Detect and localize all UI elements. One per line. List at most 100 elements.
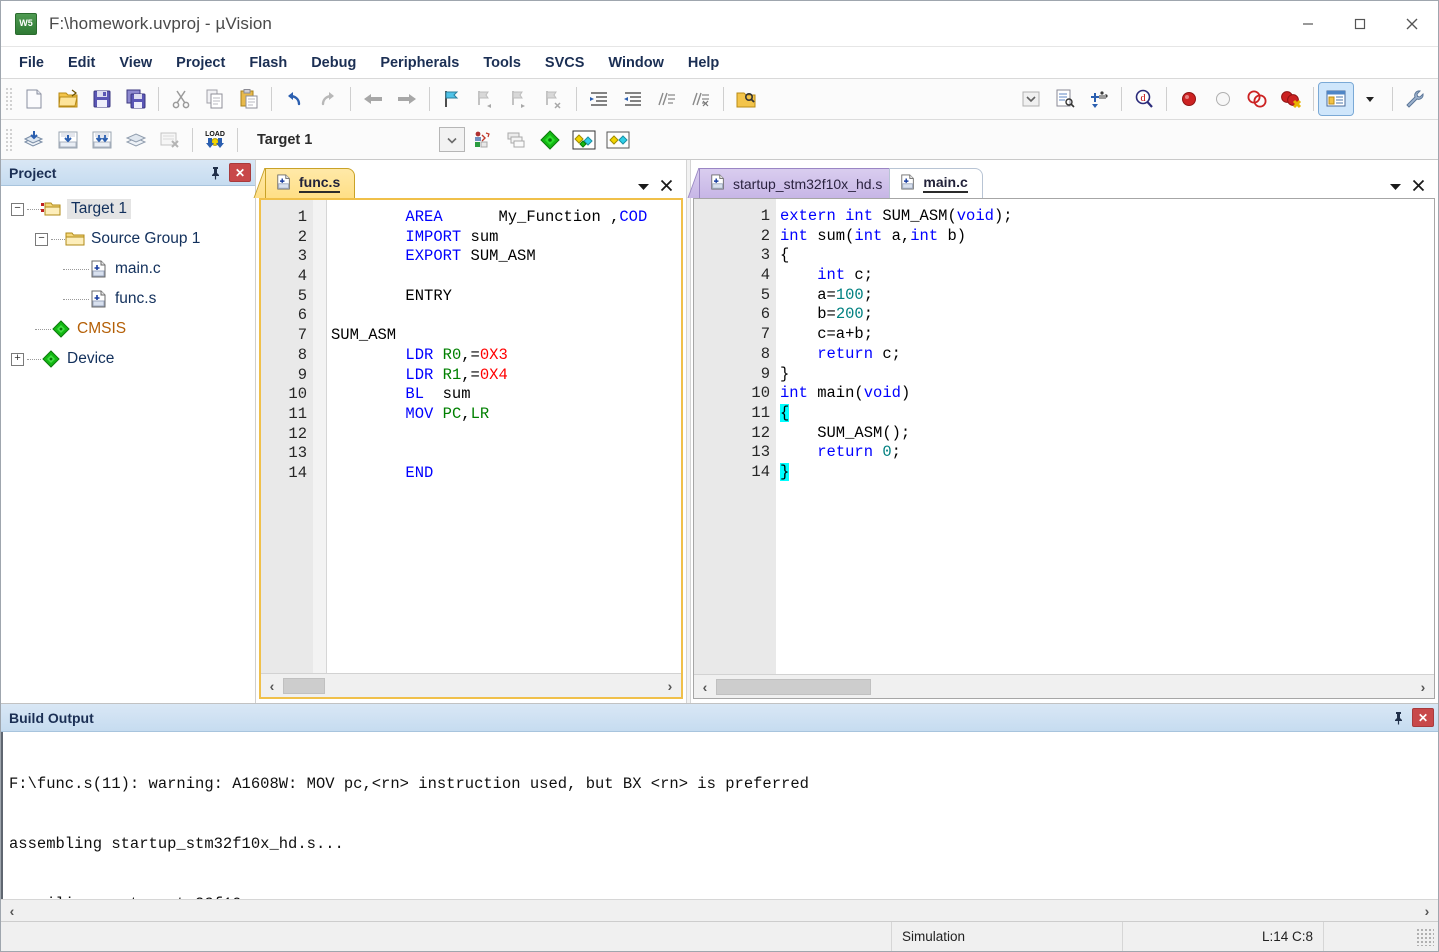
build-target-icon[interactable] [51, 124, 85, 156]
batch-build-icon[interactable] [119, 124, 153, 156]
pack-installer-icon[interactable] [567, 124, 601, 156]
hscroll-track[interactable] [283, 677, 659, 694]
bookmark-clear-icon[interactable] [537, 83, 571, 115]
configure-dropdown-icon[interactable] [1014, 83, 1048, 115]
chevron-down-icon[interactable] [637, 180, 650, 194]
scroll-left-icon[interactable]: ‹ [1, 903, 23, 919]
expander-collapse-icon[interactable]: − [35, 232, 48, 246]
source-browse-icon[interactable] [1048, 83, 1082, 115]
new-file-icon[interactable] [17, 83, 51, 115]
manage-windows-icon[interactable] [1318, 82, 1354, 116]
copy-icon[interactable] [198, 83, 232, 115]
tree-item-func-s[interactable]: func.s [7, 284, 251, 314]
pin-icon[interactable] [1388, 708, 1408, 728]
hscroll-track[interactable] [23, 903, 1416, 919]
tree-item-main-c[interactable]: main.c [7, 254, 251, 284]
redo-icon[interactable] [311, 83, 345, 115]
toolbar-grip[interactable] [5, 87, 13, 111]
menu-flash[interactable]: Flash [237, 52, 299, 74]
close-icon[interactable] [1412, 179, 1425, 194]
menu-debug[interactable]: Debug [299, 52, 368, 74]
editor-right-body[interactable]: 1 2 3 4 5 6 7 8 9 10 11 12 13 14 extern … [694, 199, 1434, 674]
target-options-icon[interactable] [465, 124, 499, 156]
save-all-icon[interactable] [119, 83, 153, 115]
translate-file-icon[interactable] [17, 124, 51, 156]
navigate-forward-icon[interactable] [390, 83, 424, 115]
uncomment-icon[interactable] [684, 83, 718, 115]
find-icon[interactable]: d [1127, 83, 1161, 115]
disable-breakpoint-icon[interactable] [1206, 83, 1240, 115]
editor-left-body[interactable]: 1 2 3 4 5 6 7 8 9 10 11 12 13 14 AREA My… [261, 200, 681, 673]
manage-windows-dropdown-icon[interactable] [1353, 83, 1387, 115]
hscroll-thumb[interactable] [283, 677, 325, 694]
disable-all-breakpoints-icon[interactable] [1240, 83, 1274, 115]
tab-startup-stm32f10x-hd-s[interactable]: startup_stm32f10x_hd.s [699, 168, 898, 198]
pin-icon[interactable] [205, 163, 225, 183]
configure-target-icon[interactable] [1398, 83, 1432, 115]
tree-item-device[interactable]: + Device [7, 344, 251, 374]
scroll-right-icon[interactable]: › [1412, 679, 1434, 695]
target-selector[interactable]: Target 1 [249, 127, 465, 152]
editor-left-hscrollbar[interactable]: ‹ › [261, 673, 681, 697]
build-output-text[interactable]: F:\func.s(11): warning: A1608W: MOV pc,<… [1, 732, 1438, 899]
tab-func-s[interactable]: func.s [265, 168, 356, 198]
tree-item-cmsis[interactable]: CMSIS [7, 314, 251, 344]
insert-breakpoint-icon[interactable] [1172, 83, 1206, 115]
editor-right-code[interactable]: extern int SUM_ASM(void); int sum(int a,i… [776, 199, 1434, 674]
navigate-back-icon[interactable] [356, 83, 390, 115]
tree-item-target-1[interactable]: − Target 1 [7, 194, 251, 224]
maximize-icon[interactable] [1334, 1, 1386, 46]
hscroll-thumb[interactable] [716, 678, 871, 695]
open-file-icon[interactable] [51, 83, 85, 115]
editor-left-code[interactable]: AREA My_Function ,COD IMPORT sum EXPORT … [327, 200, 681, 673]
comment-icon[interactable] [650, 83, 684, 115]
close-icon[interactable]: ✕ [1412, 708, 1434, 727]
menu-edit[interactable]: Edit [56, 52, 107, 74]
close-icon[interactable]: ✕ [229, 163, 251, 182]
manage-run-time-env-icon[interactable] [601, 124, 635, 156]
menu-help[interactable]: Help [676, 52, 731, 74]
find-in-files-icon[interactable] [729, 83, 763, 115]
menu-project[interactable]: Project [164, 52, 237, 74]
expander-collapse-icon[interactable]: − [11, 202, 24, 216]
menu-window[interactable]: Window [596, 52, 675, 74]
scroll-left-icon[interactable]: ‹ [261, 678, 283, 694]
resize-grip-icon[interactable] [1416, 927, 1434, 946]
minimize-icon[interactable] [1282, 1, 1334, 46]
toolbar-grip[interactable] [5, 127, 13, 152]
tree-item-source-group-1[interactable]: − Source Group 1 [7, 224, 251, 254]
menu-tools[interactable]: Tools [471, 52, 533, 74]
bookmark-toggle-icon[interactable] [435, 83, 469, 115]
scroll-right-icon[interactable]: › [659, 678, 681, 694]
download-to-flash-icon[interactable]: LOAD [198, 124, 232, 156]
chevron-down-icon[interactable] [439, 127, 465, 152]
undo-icon[interactable] [277, 83, 311, 115]
paste-icon[interactable] [232, 83, 266, 115]
manage-project-items-icon[interactable] [499, 124, 533, 156]
expander-expand-icon[interactable]: + [11, 352, 24, 366]
kill-all-breakpoints-icon[interactable] [1274, 83, 1308, 115]
close-icon[interactable] [1386, 1, 1438, 46]
menu-view[interactable]: View [107, 52, 164, 74]
menu-peripherals[interactable]: Peripherals [368, 52, 471, 74]
outdent-icon[interactable] [616, 83, 650, 115]
tab-main-c[interactable]: main.c [889, 168, 983, 198]
stop-build-icon[interactable] [153, 124, 187, 156]
menu-svcs[interactable]: SVCS [533, 52, 597, 74]
hscroll-track[interactable] [716, 678, 1412, 695]
cut-icon[interactable] [164, 83, 198, 115]
close-icon[interactable] [660, 179, 673, 194]
scroll-right-icon[interactable]: › [1416, 903, 1438, 919]
save-icon[interactable] [85, 83, 119, 115]
debug-start-icon[interactable] [1082, 83, 1116, 115]
bookmark-prev-icon[interactable] [469, 83, 503, 115]
chevron-down-icon[interactable] [1389, 180, 1402, 194]
multi-project-icon[interactable] [533, 124, 567, 156]
bookmark-next-icon[interactable] [503, 83, 537, 115]
rebuild-all-icon[interactable] [85, 124, 119, 156]
scroll-left-icon[interactable]: ‹ [694, 679, 716, 695]
build-output-hscrollbar[interactable]: ‹ › [1, 899, 1438, 921]
menu-file[interactable]: File [7, 52, 56, 74]
editor-right-hscrollbar[interactable]: ‹ › [694, 674, 1434, 698]
indent-icon[interactable] [582, 83, 616, 115]
